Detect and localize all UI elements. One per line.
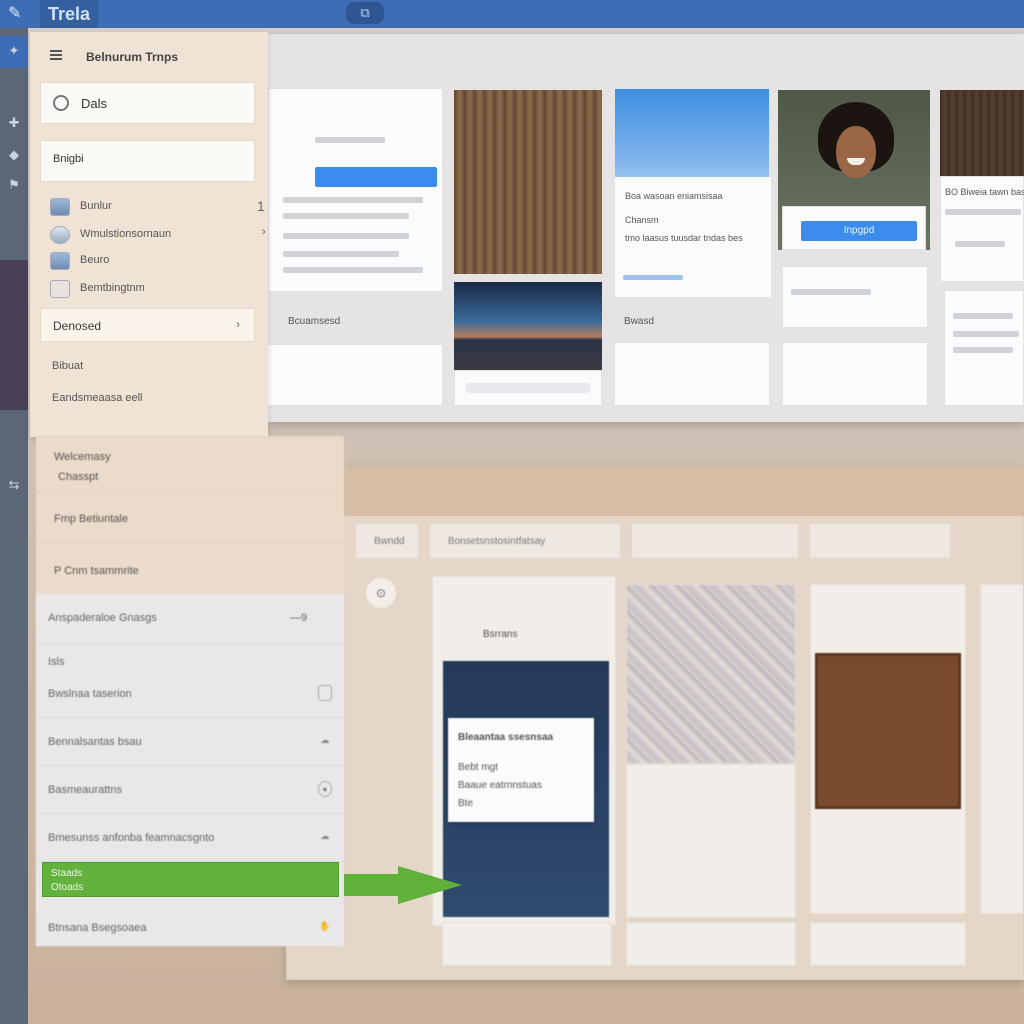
gallery-slot-1[interactable]: [266, 344, 443, 406]
lower-slot-3[interactable]: [810, 922, 966, 966]
sidebar-lower-row-3[interactable]: P Cnm tsammrite: [36, 542, 344, 592]
tab-lower-3[interactable]: [632, 524, 798, 558]
gallery-card-form[interactable]: [268, 88, 443, 292]
settings-row-last[interactable]: Btnsana Bsegsoaea ✋: [36, 904, 344, 952]
popup-title: Bleaantaa ssesnsaa: [458, 732, 554, 743]
lower-card-label: Bsrrans: [483, 629, 518, 640]
lower-panel-header: [286, 466, 1024, 516]
lower-card-4[interactable]: [980, 584, 1024, 914]
popup-item-3[interactable]: Bte: [458, 798, 473, 809]
settings-row-2[interactable]: Bennalsantas bsau ☁: [36, 718, 344, 766]
sky-card-body: tmo laasus tuusdar tndas bes: [625, 233, 743, 243]
tab-lower-1[interactable]: Bwndd: [356, 524, 418, 558]
lower-slot-2[interactable]: [626, 922, 796, 966]
circle-icon: [53, 95, 69, 111]
popup-item-2[interactable]: Baaue eatrnnstuas: [458, 780, 542, 791]
sky-card-line: Chansm: [625, 215, 659, 225]
lower-slot-1[interactable]: [442, 922, 612, 966]
portrait-person: [818, 102, 894, 202]
hamburger-menu-icon[interactable]: [50, 50, 62, 60]
gallery-caption-2: Bwasd: [624, 316, 655, 327]
lower-card-3-image: [815, 653, 961, 809]
settings-row-1[interactable]: Bwslnaa taserion: [36, 670, 344, 718]
cloud-icon: ☁: [320, 735, 330, 745]
sidebar-text-2[interactable]: Eandsmeaasa eell: [52, 392, 143, 404]
gallery-wood-image[interactable]: [454, 90, 602, 274]
chevron-right-icon: ›: [236, 317, 240, 331]
tab-lower-4[interactable]: [810, 524, 950, 558]
lower-round-icon[interactable]: ⊙: [366, 578, 396, 608]
thumb-icon: ✋: [319, 921, 331, 931]
sidebar-dropdown[interactable]: Denosed ›: [40, 308, 255, 342]
tab-lower-2[interactable]: Bonsetsnstosintfatsay: [430, 524, 620, 558]
gallery-slot-3[interactable]: [782, 266, 928, 328]
sidebar-text-1[interactable]: Bibuat: [52, 360, 83, 372]
context-popup[interactable]: Bleaantaa ssesnsaa Bebt mgt Baaue eatrnn…: [448, 718, 594, 822]
sidebar-header: Belnurum Trnps: [30, 32, 268, 78]
chevron-right-icon: ›: [262, 226, 266, 238]
settings-row-4[interactable]: Bmesunss anfonba feamnacsgnto ☁: [36, 814, 344, 862]
gallery-sunset-image[interactable]: [454, 282, 602, 370]
portrait-card-overlay: Inpgpd: [782, 206, 926, 250]
sidebar-lower-row-2[interactable]: Fmp Betiuntale: [36, 492, 344, 542]
app-title: Trela: [40, 0, 99, 28]
gallery-dark-wood-image[interactable]: [940, 90, 1024, 176]
gallery-card-sky[interactable]: Boa wasoan eniamsisaa Chansm tmo laasus …: [614, 88, 771, 297]
app-logo-icon[interactable]: ✎: [8, 4, 26, 24]
text-card-headline: BO Biweia tawn bas: [945, 187, 1024, 197]
top-bar: ✎ Trela ⧉: [0, 0, 1024, 28]
sidebar-primary-button[interactable]: Dals: [40, 82, 255, 124]
gallery-card-text[interactable]: BO Biweia tawn bas: [940, 176, 1024, 282]
rail-arrows-icon[interactable]: ⇆: [5, 476, 23, 494]
window-icon: [50, 252, 70, 270]
sidebar: Belnurum Trnps Dals Bnigbi Bunlur Wmulst…: [30, 32, 268, 437]
card-gallery: Bcuamsesd Boa wasoan eniamsisaa Chansm t…: [266, 34, 1024, 422]
gallery-caption-1: Bcuamsesd: [288, 316, 341, 327]
gallery-slot-4[interactable]: [782, 342, 928, 406]
cloud-icon: ☁: [320, 831, 330, 841]
monitor-icon: [50, 198, 70, 216]
rail-pin-icon[interactable]: ◆: [5, 146, 23, 164]
lower-card-3[interactable]: [810, 584, 966, 914]
rail-tool-icon[interactable]: ✚: [5, 114, 23, 132]
portrait-action-button[interactable]: Inpgpd: [801, 221, 917, 241]
globe-icon: [50, 226, 70, 244]
radio-icon: ●: [318, 781, 332, 797]
document-icon: [318, 685, 332, 701]
left-rail: ✦ ✚ ◆ ⚑ ⇆: [0, 28, 28, 1024]
board-icon[interactable]: ⧉: [346, 2, 384, 24]
sidebar-secondary-button[interactable]: Bnigbi: [40, 140, 255, 182]
rail-active-section: [0, 260, 28, 410]
settings-row-3[interactable]: Basmeaurattns ●: [36, 766, 344, 814]
sky-card-headline: Boa wasoan eniamsisaa: [625, 191, 723, 201]
green-arrow-icon: [344, 866, 462, 904]
card-icon: [50, 280, 70, 298]
form-primary-button[interactable]: [315, 167, 437, 187]
gallery-slot-5[interactable]: [944, 290, 1024, 406]
gallery-slot-2[interactable]: [614, 342, 770, 406]
lower-card-2-image[interactable]: [626, 584, 796, 764]
settings-header[interactable]: Anspaderaloe Gnasgs —9: [36, 594, 344, 644]
sidebar-lower-row-1[interactable]: Welcemasy Chasspt: [36, 436, 344, 492]
rail-flag-icon[interactable]: ⚑: [5, 176, 23, 194]
gallery-search-slot[interactable]: [454, 370, 602, 406]
sidebar-title: Belnurum Trnps: [86, 50, 179, 64]
rail-bird-icon[interactable]: ✦: [5, 42, 23, 60]
settings-highlighted-row[interactable]: Staads Otoads: [42, 862, 339, 897]
lower-card-2-body[interactable]: [626, 764, 796, 918]
popup-item-1[interactable]: Bebt mgt: [458, 762, 498, 773]
sidebar-marker: 1: [257, 198, 265, 214]
